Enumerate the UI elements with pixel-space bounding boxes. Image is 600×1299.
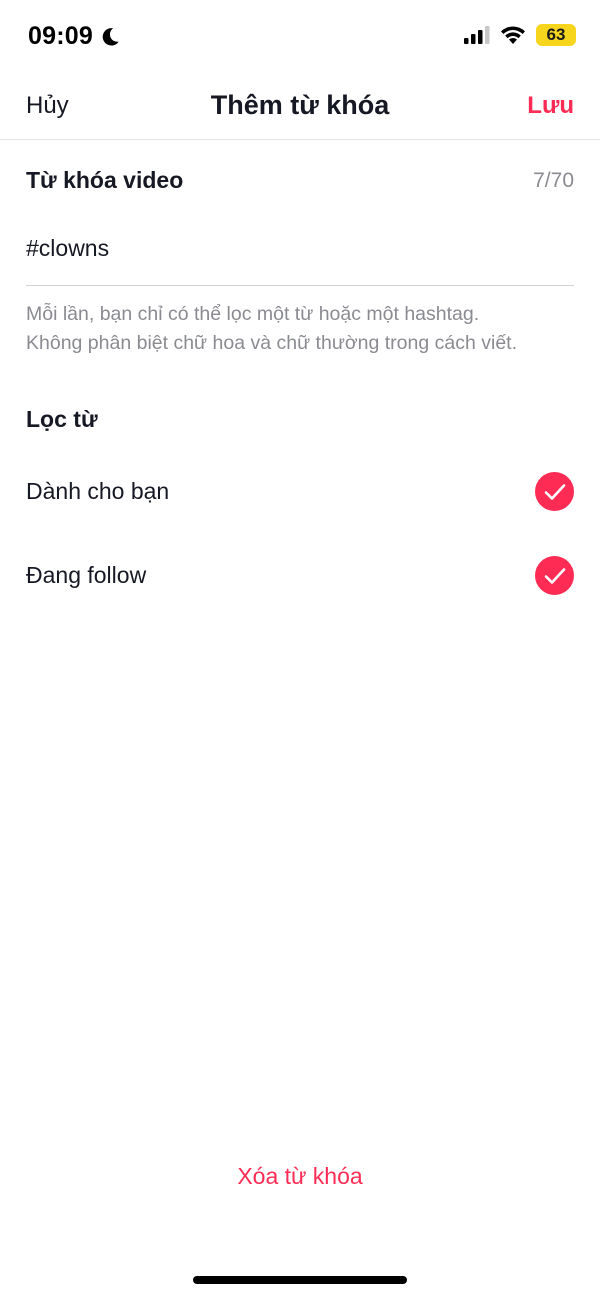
checkmark-icon[interactable] — [535, 556, 574, 595]
filter-option-for-you[interactable]: Dành cho bạn — [0, 462, 600, 522]
char-counter: 7/70 — [533, 169, 574, 192]
signal-icon — [464, 26, 490, 44]
moon-icon — [102, 27, 119, 46]
filter-option-label: Đang follow — [26, 562, 147, 588]
keyword-hint: Mỗi lần, bạn chỉ có thể lọc một từ hoặc … — [26, 300, 586, 358]
keyword-label: Từ khóa video — [26, 167, 184, 193]
status-bar: 09:09 63 — [0, 0, 600, 72]
page-title: Thêm từ khóa — [210, 90, 390, 120]
cancel-button[interactable]: Hủy — [26, 92, 69, 120]
keyword-input[interactable] — [26, 226, 574, 270]
checkmark-icon[interactable] — [535, 472, 574, 511]
wifi-icon — [501, 25, 525, 44]
home-indicator — [193, 1276, 407, 1284]
filter-section-title: Lọc từ — [26, 406, 98, 432]
keyword-hint-line2: Không phân biệt chữ hoa và chữ thường tr… — [26, 332, 518, 354]
filter-option-label: Dành cho bạn — [26, 478, 170, 504]
status-time-group: 09:09 — [28, 22, 121, 51]
keyword-hint-line1: Mỗi lần, bạn chỉ có thể lọc một từ hoặc … — [26, 303, 480, 325]
save-button[interactable]: Lưu — [527, 92, 574, 120]
delete-keyword-button[interactable]: Xóa từ khóa — [237, 1163, 362, 1189]
nav-bar: Hủy Thêm từ khóa Lưu — [0, 72, 600, 140]
delete-keyword-row: Xóa từ khóa — [0, 1163, 600, 1190]
status-time: 09:09 — [28, 22, 93, 50]
status-icons: 63 — [464, 24, 576, 46]
battery-icon: 63 — [536, 24, 576, 46]
keyword-divider — [26, 285, 574, 286]
filter-option-following[interactable]: Đang follow — [0, 546, 600, 606]
